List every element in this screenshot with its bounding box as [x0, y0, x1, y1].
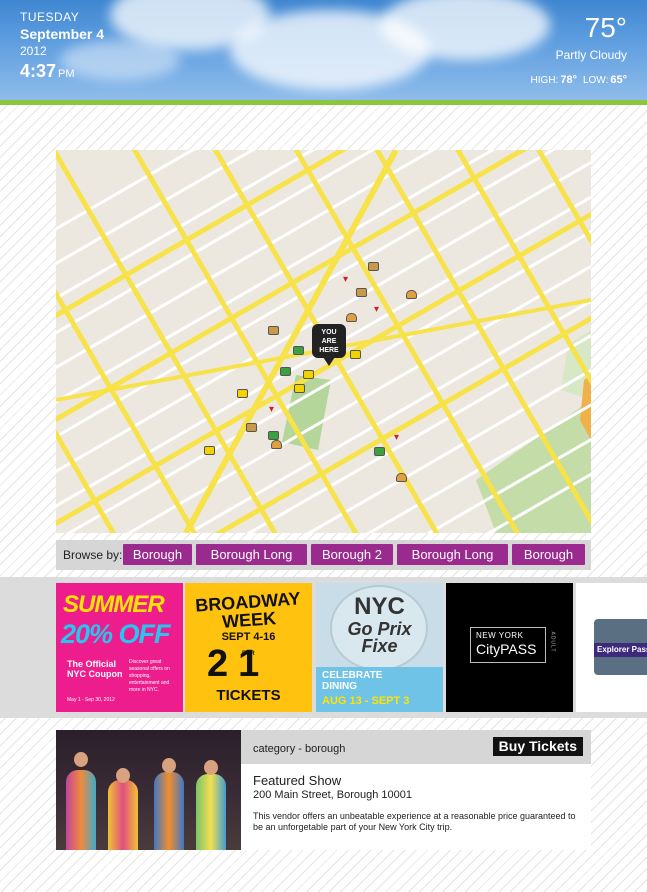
featured-description: This vendor offers an unbeatable experie… [253, 811, 576, 832]
money-icon[interactable] [293, 346, 304, 355]
featured-address: 200 Main Street, Borough 10001 [253, 789, 413, 801]
ticket-icon[interactable] [237, 389, 248, 398]
shopping-bag-icon[interactable] [368, 262, 379, 271]
cocktail-icon[interactable]: ▾ [374, 305, 383, 315]
buy-tickets-button[interactable]: Buy Tickets [492, 737, 583, 756]
performer-head [204, 760, 218, 775]
marker-line: ARE [321, 338, 337, 345]
performer-head [116, 768, 130, 783]
ticket-icon[interactable] [350, 350, 361, 359]
weekday: TUESDAY [20, 10, 80, 24]
summer-coupon-card[interactable]: SUMMER 20% OFF The Official NYC Coupon D… [56, 583, 183, 712]
citypass-adult: ADULT [549, 631, 556, 653]
burger-icon[interactable] [271, 440, 282, 449]
featured-title: Featured Show [253, 773, 342, 788]
explorer-pass-card[interactable]: Explorer Pass [576, 583, 647, 712]
prix-fixe-dates: AUG 13 - SEPT 3 [322, 695, 410, 707]
date-time-block: TUESDAY September 4 2012 4:37 PM [20, 10, 104, 82]
shopping-bag-icon[interactable] [246, 423, 257, 432]
summer-coupon-name: The Official NYC Coupon [67, 659, 123, 679]
city-map[interactable]: ▾ ▾ ▾ ▾ YOU ARE HERE [56, 150, 591, 533]
browse-borough-long-button[interactable]: Borough Long [397, 544, 508, 565]
performer-figure [154, 772, 184, 850]
marker-line: HERE [319, 347, 339, 354]
burger-icon[interactable] [396, 473, 407, 482]
broadway-tickets: TICKETS [216, 687, 281, 704]
shopping-bag-icon[interactable] [356, 288, 367, 297]
you-are-here-marker: YOU ARE HERE [312, 324, 346, 366]
summer-title: SUMMER [63, 591, 165, 618]
date: September 4 [20, 26, 105, 42]
high-low: HIGH: 78° LOW: 65° [531, 74, 627, 86]
money-icon[interactable] [280, 367, 291, 376]
burger-icon[interactable] [406, 290, 417, 299]
low-temp: 65° [610, 74, 627, 86]
cocktail-icon[interactable]: ▾ [394, 433, 403, 443]
explorer-pass-label: Explorer Pass [594, 643, 647, 657]
prix-fixe-caption-line: CELEBRATE [322, 670, 383, 681]
cocktail-icon[interactable]: ▾ [343, 275, 352, 285]
weather-block: 75° Partly Cloudy HIGH: 78° LOW: 65° [531, 12, 627, 86]
broadway-title: BROADWAY WEEK [185, 588, 312, 634]
performer-head [74, 752, 88, 767]
prix-fixe-line: Fixe [361, 636, 398, 656]
clock-time: 4:37 [20, 61, 57, 81]
money-icon[interactable] [374, 447, 385, 456]
broadway-two-for-one: 21 [207, 643, 270, 685]
featured-show-image[interactable] [56, 730, 241, 850]
ticket-icon[interactable] [294, 384, 305, 393]
clock-ampm: PM [58, 68, 75, 80]
featured-category: category - borough [253, 743, 346, 755]
high-label: HIGH: [530, 75, 559, 86]
broadway-week-card[interactable]: BROADWAY WEEK SEPT 4-16 21 FOR TICKETS [185, 583, 312, 712]
broadway-for: FOR [242, 651, 255, 657]
performer-figure [108, 780, 138, 850]
broadway-dates: SEPT 4-16 [221, 631, 276, 643]
clock: 4:37 PM [20, 61, 104, 82]
featured-show-panel: category - borough Buy Tickets Featured … [56, 730, 591, 850]
prix-fixe-card[interactable]: NYC Go Prix Fixe CELEBRATE DINING AUG 13… [316, 583, 443, 712]
ticket-icon[interactable] [204, 446, 215, 455]
prix-fixe-caption-line: DINING [322, 681, 357, 692]
browse-borough-2-button[interactable]: Borough 2 [311, 544, 393, 565]
browse-bar: Browse by: Borough Borough Long Borough … [56, 540, 591, 570]
burger-icon[interactable] [346, 313, 357, 322]
browse-borough-long-button[interactable]: Borough Long [196, 544, 307, 565]
featured-category-bar: category - borough Buy Tickets [241, 730, 591, 764]
summer-dates: May 1 - Sep 30, 2012 [67, 697, 115, 703]
citypass-line2: CityPASS [476, 641, 537, 657]
low-label: LOW: [582, 75, 609, 86]
citypass-card[interactable]: NEW YORK CityPASS ADULT [446, 583, 573, 712]
prix-fixe-caption: CELEBRATE DINING [322, 670, 382, 692]
marker-line: YOU [321, 329, 337, 336]
summer-detail: Discover great seasonal offers on shoppi… [129, 659, 170, 693]
performer-head [162, 758, 176, 773]
browse-borough-button[interactable]: Borough [123, 544, 192, 565]
shopping-bag-icon[interactable] [268, 326, 279, 335]
browse-borough-button[interactable]: Borough [512, 544, 585, 565]
prix-fixe-subtitle: Go Prix Fixe [316, 620, 443, 656]
accent-divider [0, 100, 647, 105]
citypass-line1: NEW YORK [476, 631, 524, 640]
performer-figure [196, 774, 226, 850]
browse-label: Browse by: [63, 548, 123, 562]
summer-offer: 20% OFF [61, 619, 171, 649]
year: 2012 [20, 44, 47, 58]
ticket-icon[interactable] [303, 370, 314, 379]
weather-header: TUESDAY September 4 2012 4:37 PM 75° Part… [0, 0, 647, 100]
temperature: 75° [584, 12, 627, 43]
weather-condition: Partly Cloudy [555, 48, 627, 62]
prix-fixe-title: NYC [354, 593, 405, 620]
cocktail-icon[interactable]: ▾ [269, 405, 278, 415]
high-temp: 78° [560, 74, 577, 86]
performer-figure [66, 770, 96, 850]
money-icon[interactable] [268, 431, 279, 440]
